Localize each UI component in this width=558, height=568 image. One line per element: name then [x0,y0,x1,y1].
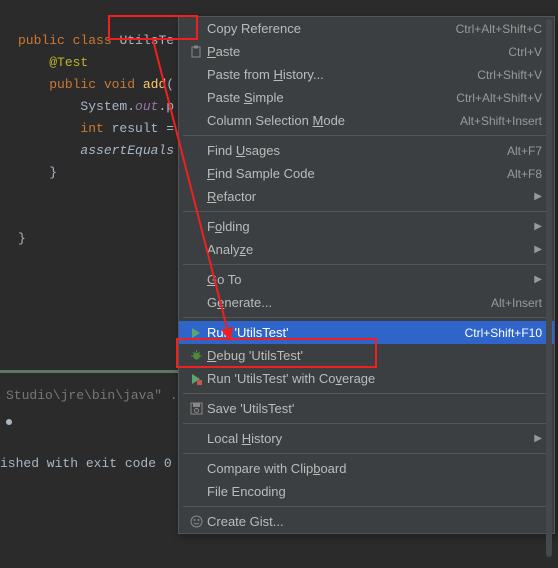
menu-separator [183,453,550,454]
menu-folding[interactable]: Folding ▶ [179,215,554,238]
brace: } [49,165,57,180]
brace: } [18,231,26,246]
menu-save[interactable]: Save 'UtilsTest' [179,397,554,420]
submenu-arrow-icon: ▶ [534,244,542,255]
menu-label: Copy Reference [207,21,456,36]
submenu-arrow-icon: ▶ [534,274,542,285]
shortcut: Ctrl+Alt+Shift+C [456,22,542,36]
menu-label: Local History [207,431,528,446]
menu-label: Go To [207,272,528,287]
annotation-highlight-class [108,15,198,40]
shortcut: Ctrl+Alt+Shift+V [456,91,542,105]
code-text: System. [80,99,135,114]
submenu-arrow-icon: ▶ [534,221,542,232]
keyword: int [80,121,103,136]
bullet-icon [6,419,12,425]
menu-label: Analyze [207,242,528,257]
menu-label: Folding [207,219,528,234]
menu-label: Column Selection Mode [207,113,460,128]
menu-analyze[interactable]: Analyze ▶ [179,238,554,261]
keyword: public class [18,33,112,48]
paste-icon [185,45,207,59]
github-icon [185,515,207,528]
panel-separator [0,370,180,373]
context-menu[interactable]: Copy Reference Ctrl+Alt+Shift+C Paste Ct… [178,16,555,534]
menu-local-history[interactable]: Local History ▶ [179,427,554,450]
shortcut: Alt+F8 [507,167,542,181]
menu-paste-simple[interactable]: Paste Simple Ctrl+Alt+Shift+V [179,86,554,109]
menu-label: Paste from History... [207,67,477,82]
keyword: public void [49,77,135,92]
menu-separator [183,135,550,136]
shortcut: Alt+F7 [507,144,542,158]
menu-separator [183,264,550,265]
console-exit-line: ished with exit code 0 [0,453,180,475]
menu-copy-reference[interactable]: Copy Reference Ctrl+Alt+Shift+C [179,17,554,40]
menu-find-usages[interactable]: Find Usages Alt+F7 [179,139,554,162]
shortcut: Ctrl+Shift+F10 [465,326,542,340]
menu-separator [183,393,550,394]
run-icon [185,327,207,339]
console-output[interactable]: Studio\jre\bin\java" . ished with exit c… [0,385,180,475]
menu-paste[interactable]: Paste Ctrl+V [179,40,554,63]
menu-label: Paste [207,44,508,59]
menu-goto[interactable]: Go To ▶ [179,268,554,291]
menu-compare-clipboard[interactable]: Compare with Clipboard [179,457,554,480]
submenu-arrow-icon: ▶ [534,433,542,444]
menu-find-sample[interactable]: Find Sample Code Alt+F8 [179,162,554,185]
coverage-icon [185,373,207,385]
console-path: Studio\jre\bin\java" . [0,385,180,407]
method-call: assertEquals [80,143,174,158]
code-text: result = [104,121,182,136]
menu-label: Compare with Clipboard [207,461,542,476]
menu-coverage[interactable]: Run 'UtilsTest' with Coverage [179,367,554,390]
shortcut: Alt+Insert [491,296,542,310]
menu-label: Find Sample Code [207,166,507,181]
menu-separator [183,506,550,507]
menu-label: Refactor [207,189,528,204]
annotation-highlight-run [176,338,377,368]
menu-generate[interactable]: Generate... Alt+Insert [179,291,554,314]
submenu-arrow-icon: ▶ [534,191,542,202]
scrollbar[interactable] [546,19,552,557]
method-name: add [143,77,166,92]
menu-label: Run 'UtilsTest' with Coverage [207,371,542,386]
shortcut: Ctrl+V [508,45,542,59]
menu-label: Generate... [207,295,491,310]
field: out [135,99,158,114]
menu-label: Find Usages [207,143,507,158]
menu-separator [183,211,550,212]
menu-label: Save 'UtilsTest' [207,401,542,416]
menu-label: File Encoding [207,484,542,499]
shortcut: Alt+Shift+Insert [460,114,542,128]
annotation: @Test [49,55,88,70]
shortcut: Ctrl+Shift+V [477,68,542,82]
menu-label: Paste Simple [207,90,456,105]
menu-file-encoding[interactable]: File Encoding [179,480,554,503]
save-icon [185,402,207,415]
code-text: .p [158,99,174,114]
menu-column-selection[interactable]: Column Selection Mode Alt+Shift+Insert [179,109,554,132]
menu-paste-history[interactable]: Paste from History... Ctrl+Shift+V [179,63,554,86]
menu-separator [183,423,550,424]
menu-separator [183,317,550,318]
menu-refactor[interactable]: Refactor ▶ [179,185,554,208]
paren: ( [166,77,174,92]
menu-create-gist[interactable]: Create Gist... [179,510,554,533]
menu-label: Create Gist... [207,514,542,529]
